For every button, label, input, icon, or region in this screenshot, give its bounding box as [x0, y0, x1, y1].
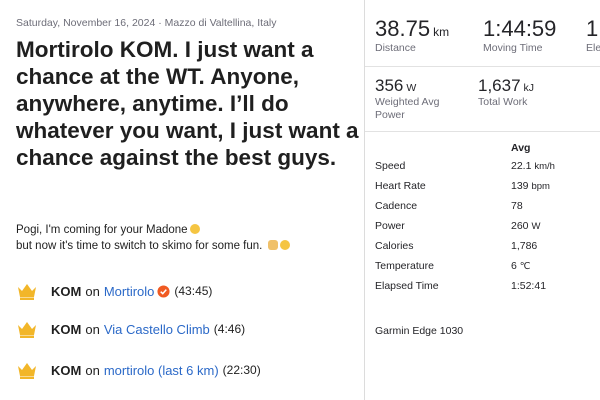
- grin-emoji-icon: [279, 240, 290, 250]
- device-name: Garmin Edge 1030: [375, 325, 464, 337]
- achievement-kom-via-castello: KOM on Via Castello Climb (4:46): [16, 318, 245, 340]
- activity-stats-panel: 38.75 km Distance 1:44:59 Moving Time 1 E…: [365, 0, 600, 400]
- stat-weighted-avg-power: 356 W Weighted Avg Power: [375, 76, 440, 121]
- segment-time: (4:46): [213, 322, 246, 336]
- achievement-kom-mortirolo-last-6km: KOM on mortirolo (last 6 km) (22:30): [16, 359, 261, 381]
- description-line: but now it's time to switch to skimo for…: [16, 238, 361, 254]
- achievement-kom-mortirolo: KOM on Mortirolo (43:45): [16, 280, 212, 302]
- description-line: Pogi, I'm coming for your Madone: [16, 222, 361, 238]
- stat-elevation: 1 Ele: [586, 16, 600, 54]
- activity-title: Mortirolo KOM. I just want a chance at t…: [16, 37, 359, 170]
- detail-row-calories: Calories 1,786: [375, 240, 538, 252]
- segment-link[interactable]: mortirolo (last 6 km): [104, 363, 219, 378]
- stat-distance: 38.75 km Distance: [375, 16, 450, 54]
- stats-separator: [365, 66, 600, 67]
- detail-row-temperature: Temperature 6 ℃: [375, 260, 531, 272]
- crown-icon: [18, 322, 36, 338]
- rock-hand-emoji-icon: [267, 240, 278, 250]
- detail-row-power: Power 260 W: [375, 220, 541, 232]
- segment-time: (22:30): [222, 363, 261, 377]
- smirk-emoji-icon: [189, 224, 200, 234]
- segment-link[interactable]: Via Castello Climb: [104, 322, 210, 337]
- verified-badge-icon: [157, 284, 170, 298]
- detail-row-speed: Speed 22.1 km/h: [375, 160, 555, 172]
- activity-description: Pogi, I'm coming for your Madone but now…: [16, 222, 361, 254]
- stats-separator: [365, 131, 600, 132]
- stat-moving-time: 1:44:59 Moving Time: [483, 16, 557, 54]
- achievement-badge-label: KOM: [51, 283, 82, 299]
- stat-total-work: 1,637 kJ Total Work: [478, 76, 535, 108]
- avg-column-header: Avg: [511, 142, 531, 154]
- segment-link[interactable]: Mortirolo: [104, 284, 155, 299]
- activity-date-location: Saturday, November 16, 2024 · Mazzo di V…: [16, 17, 277, 29]
- crown-icon: [18, 363, 36, 379]
- detail-row-elapsed-time: Elapsed Time 1:52:41: [375, 280, 547, 292]
- achievement-badge-label: KOM: [51, 321, 82, 337]
- achievement-badge-label: KOM: [51, 362, 82, 378]
- crown-icon: [18, 284, 36, 300]
- segment-time: (43:45): [174, 284, 213, 298]
- activity-description-panel: Saturday, November 16, 2024 · Mazzo di V…: [0, 0, 364, 400]
- detail-row-cadence: Cadence 78: [375, 200, 523, 212]
- detail-row-heart-rate: Heart Rate 139 bpm: [375, 180, 550, 192]
